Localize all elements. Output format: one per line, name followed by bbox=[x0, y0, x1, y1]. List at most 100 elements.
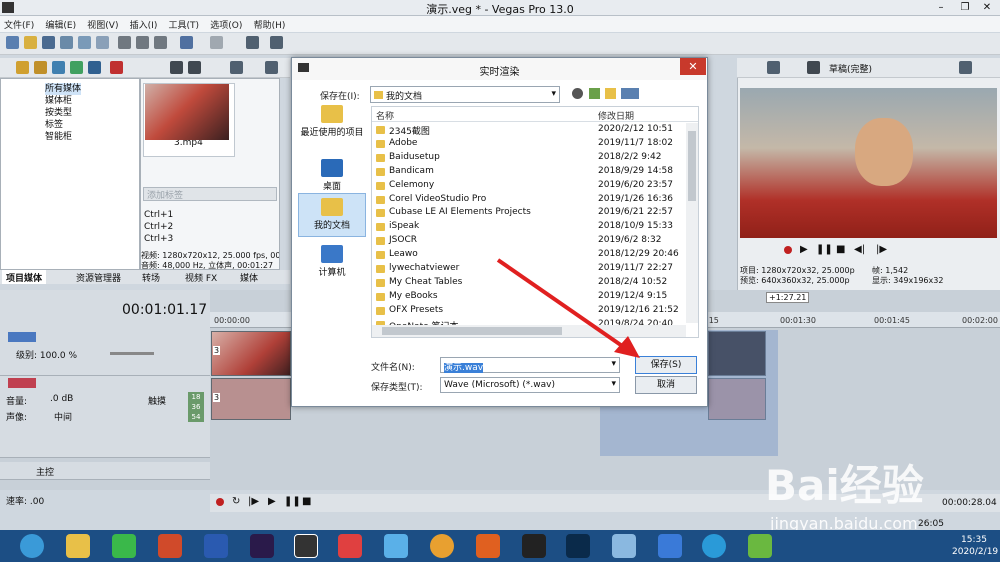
wps-app-icon[interactable] bbox=[658, 534, 682, 558]
maximize-icon[interactable]: ❐ bbox=[954, 0, 976, 15]
save-icon[interactable] bbox=[42, 36, 55, 49]
play-icon[interactable]: ▶ bbox=[800, 244, 808, 255]
stop-icon[interactable]: ■ bbox=[836, 244, 845, 255]
preview-device-icon[interactable] bbox=[807, 61, 820, 74]
automation-mode[interactable]: 触摸 bbox=[148, 394, 166, 407]
back-icon[interactable] bbox=[572, 88, 583, 99]
file-row[interactable]: lywechatviewer 2019/11/7 22:27 bbox=[372, 262, 690, 276]
properties-icon[interactable] bbox=[96, 36, 109, 49]
views-icon[interactable] bbox=[230, 61, 243, 74]
track1-level[interactable]: 级别: 100.0 % bbox=[16, 348, 77, 361]
volume-value[interactable]: .0 dB bbox=[50, 394, 73, 404]
app-icon-16[interactable] bbox=[748, 534, 772, 558]
place-recent[interactable]: 最近使用的项目 bbox=[298, 105, 366, 138]
menu-help[interactable]: 帮助(H) bbox=[250, 16, 290, 33]
scrollbar-thumb[interactable] bbox=[688, 131, 696, 201]
menu-file[interactable]: 文件(F) bbox=[0, 16, 38, 33]
audio-track-header[interactable]: 音量: .0 dB 声像: 中间 触摸 18 36 54 bbox=[0, 376, 210, 458]
envelope-tool-icon[interactable] bbox=[270, 36, 283, 49]
get-media-icon[interactable] bbox=[52, 61, 65, 74]
master-bus-header[interactable]: 主控 bbox=[0, 462, 210, 480]
file-row[interactable]: Leawo 2018/12/29 20:46 bbox=[372, 248, 690, 262]
premiere-app-icon[interactable] bbox=[250, 534, 274, 558]
file-row[interactable]: Celemony 2019/6/20 23:57 bbox=[372, 179, 690, 193]
snapshot-icon[interactable] bbox=[959, 61, 972, 74]
ie-app-icon[interactable] bbox=[702, 534, 726, 558]
photoshop-app-icon[interactable] bbox=[566, 534, 590, 558]
edit-tool-icon[interactable] bbox=[246, 36, 259, 49]
file-row[interactable]: Baidusetup 2018/2/2 9:42 bbox=[372, 151, 690, 165]
file-list[interactable]: 名称 修改日期 2345截图 2020/2/12 10:51 Adobe 2019/1… bbox=[371, 106, 699, 338]
copy-icon[interactable] bbox=[136, 36, 149, 49]
filename-dropdown-icon[interactable]: ▾ bbox=[611, 359, 616, 369]
tl-pause-icon[interactable]: ❚❚ bbox=[284, 496, 301, 507]
h-scrollbar-thumb[interactable] bbox=[382, 327, 562, 335]
app-icon-10[interactable] bbox=[476, 534, 500, 558]
tl-play-start-icon[interactable]: |▶ bbox=[248, 496, 259, 507]
file-row[interactable]: 2345截图 2020/2/12 10:51 bbox=[372, 123, 690, 137]
place-computer[interactable]: 计算机 bbox=[298, 245, 366, 278]
save-in-select[interactable]: 我的文档 ▾ bbox=[370, 86, 560, 103]
menu-view[interactable]: 视图(V) bbox=[83, 16, 122, 33]
record-icon[interactable] bbox=[784, 246, 792, 254]
tl-record-icon[interactable] bbox=[216, 498, 224, 506]
save-button[interactable]: 保存(S) bbox=[635, 356, 697, 374]
file-row[interactable]: JSOCR 2019/6/2 8:32 bbox=[372, 234, 690, 248]
close-icon[interactable]: ✕ bbox=[976, 0, 998, 15]
file-row[interactable]: Cubase LE AI Elements Projects 2019/6/21 … bbox=[372, 206, 690, 220]
filetype-select[interactable]: Wave (Microsoft) (*.wav) ▾ bbox=[440, 377, 620, 393]
track1-level-slider[interactable] bbox=[110, 352, 154, 355]
region-marker[interactable]: +1:27.21 bbox=[766, 292, 810, 303]
open-icon[interactable] bbox=[24, 36, 37, 49]
tl-stop-icon[interactable]: ■ bbox=[302, 496, 311, 507]
save-as-icon[interactable] bbox=[60, 36, 73, 49]
app-icon-13[interactable] bbox=[612, 534, 636, 558]
new-folder-icon[interactable] bbox=[605, 88, 616, 99]
playback-rate[interactable]: 速率: .00 bbox=[6, 494, 44, 507]
next-frame-icon[interactable]: |▶ bbox=[876, 244, 887, 255]
undo-icon[interactable] bbox=[180, 36, 193, 49]
place-desktop[interactable]: 桌面 bbox=[298, 159, 366, 192]
file-row[interactable]: Corel VideoStudio Pro 2019/1/26 16:36 bbox=[372, 193, 690, 207]
place-documents[interactable]: 我的文档 bbox=[298, 193, 366, 237]
preview-quality[interactable]: 草稿(完整) bbox=[829, 62, 872, 75]
menu-insert[interactable]: 插入(I) bbox=[126, 16, 162, 33]
qq-app-icon[interactable] bbox=[522, 534, 546, 558]
start-icon[interactable] bbox=[20, 534, 44, 558]
powerpoint-app-icon[interactable] bbox=[158, 534, 182, 558]
search-icon[interactable] bbox=[265, 61, 278, 74]
scrollbar[interactable] bbox=[686, 123, 698, 323]
view-menu-icon[interactable] bbox=[621, 88, 639, 99]
cut-icon[interactable] bbox=[118, 36, 131, 49]
menu-tools[interactable]: 工具(T) bbox=[165, 16, 204, 33]
redo-icon[interactable] bbox=[210, 36, 223, 49]
tab-explorer[interactable]: 资源管理器 bbox=[72, 270, 125, 284]
tab-project-media[interactable]: 项目媒体 bbox=[2, 270, 47, 284]
file-row[interactable]: My Cheat Tables 2018/2/4 10:52 bbox=[372, 276, 690, 290]
video-track-header[interactable]: 级别: 100.0 % bbox=[0, 330, 210, 376]
refresh-icon[interactable] bbox=[70, 61, 83, 74]
vegas-app-icon[interactable] bbox=[294, 534, 318, 558]
render-icon[interactable] bbox=[78, 36, 91, 49]
preview-props-icon[interactable] bbox=[767, 61, 780, 74]
media-gen-icon[interactable] bbox=[88, 61, 101, 74]
wechat-app-icon[interactable] bbox=[112, 534, 136, 558]
minimize-icon[interactable]: – bbox=[930, 0, 952, 15]
tree-all-media[interactable]: 所有媒体 bbox=[45, 83, 82, 95]
tag-input[interactable]: 添加标签 bbox=[143, 187, 277, 201]
explorer-app-icon[interactable] bbox=[66, 534, 90, 558]
up-folder-icon[interactable] bbox=[589, 88, 600, 99]
paste-icon[interactable] bbox=[154, 36, 167, 49]
pause-icon[interactable]: ❚❚ bbox=[816, 244, 833, 255]
media-thumbnail[interactable] bbox=[145, 84, 229, 140]
menu-options[interactable]: 选项(O) bbox=[206, 16, 246, 33]
cancel-button[interactable]: 取消 bbox=[635, 376, 697, 394]
h-scrollbar[interactable] bbox=[372, 325, 686, 337]
tl-play-icon[interactable]: ▶ bbox=[268, 496, 276, 507]
tab-video-fx[interactable]: 视频 FX bbox=[181, 270, 221, 284]
audio-clip-left[interactable]: 3 bbox=[211, 378, 291, 420]
tree-by-type[interactable]: 按类型 bbox=[45, 107, 72, 119]
new-icon[interactable] bbox=[6, 36, 19, 49]
prev-frame-icon[interactable]: ◀| bbox=[854, 244, 865, 255]
file-row[interactable]: iSpeak 2018/10/9 15:33 bbox=[372, 220, 690, 234]
